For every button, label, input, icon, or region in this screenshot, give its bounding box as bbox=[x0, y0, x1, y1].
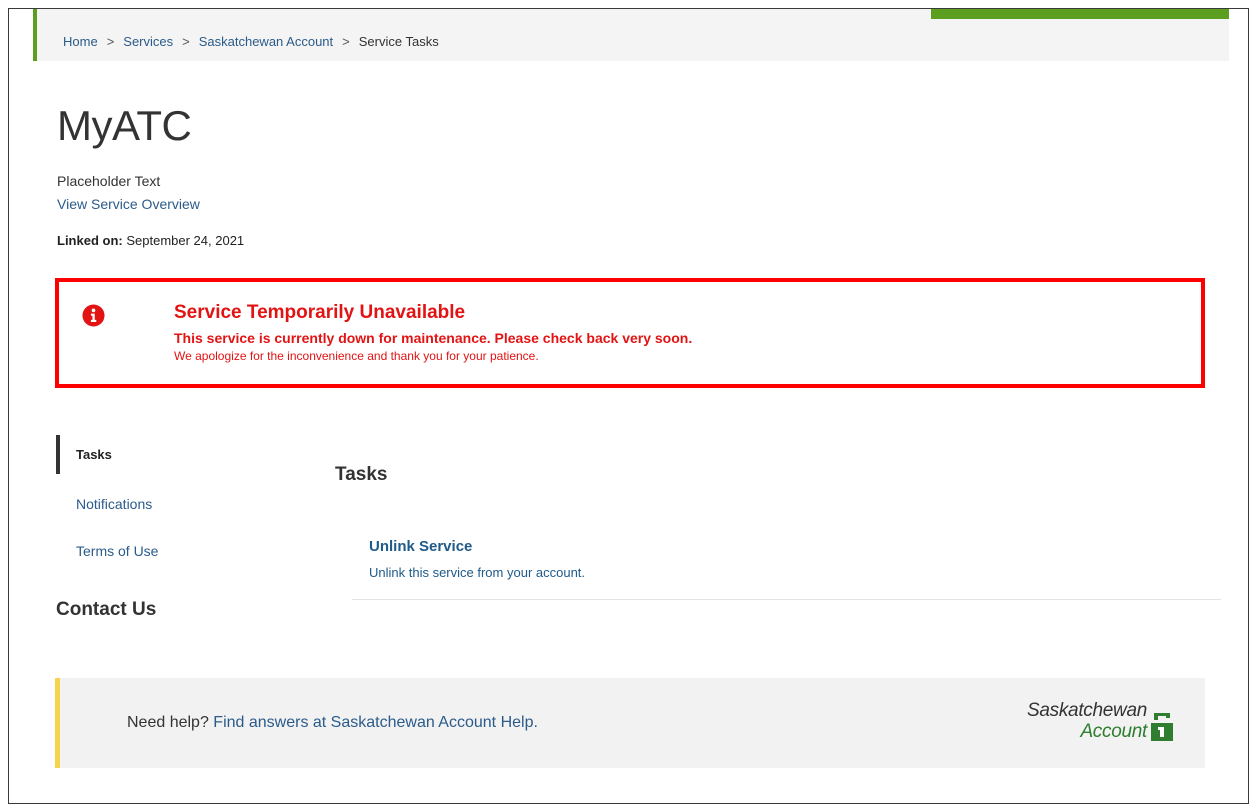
contact-us-heading: Contact Us bbox=[56, 599, 157, 620]
linked-on-date: September 24, 2021 bbox=[126, 233, 245, 248]
accent-stripe bbox=[931, 9, 1229, 19]
saskatchewan-account-logo: Saskatchewan Account bbox=[985, 700, 1175, 750]
page-title: MyATC bbox=[57, 102, 192, 149]
breadcrumb-current: Service Tasks bbox=[358, 34, 439, 49]
padlock-icon bbox=[1151, 713, 1173, 741]
logo-line-2: Account bbox=[1080, 721, 1147, 742]
sidenav-item-terms-of-use[interactable]: Terms of Use bbox=[76, 543, 158, 559]
alert-message: This service is currently down for maint… bbox=[174, 330, 693, 346]
sidenav-item-notifications[interactable]: Notifications bbox=[76, 496, 152, 512]
linked-on-info: Linked on: September 24, 2021 bbox=[57, 233, 244, 248]
breadcrumb: Home > Services > Saskatchewan Account > Servi… bbox=[63, 34, 439, 49]
help-prefix: Need help? bbox=[127, 714, 209, 731]
info-circle-icon bbox=[82, 304, 105, 327]
alert-title: Service Temporarily Unavailable bbox=[174, 302, 466, 323]
unlink-service-link[interactable]: Unlink Service bbox=[369, 538, 472, 555]
breadcrumb-separator: > bbox=[106, 34, 115, 49]
tasks-heading: Tasks bbox=[335, 464, 388, 485]
help-text: Need help? Find answers at Saskatchewan … bbox=[127, 714, 538, 732]
breadcrumb-separator: > bbox=[342, 34, 350, 49]
breadcrumb-services[interactable]: Services bbox=[123, 34, 173, 49]
alert-subtext: We apologize for the inconvenience and t… bbox=[174, 349, 539, 363]
breadcrumb-home[interactable]: Home bbox=[63, 34, 98, 49]
unlink-service-description: Unlink this service from your account. bbox=[369, 565, 586, 580]
task-divider bbox=[352, 599, 1221, 600]
breadcrumb-saskatchewan-account[interactable]: Saskatchewan Account bbox=[199, 34, 333, 49]
logo-line-1: Saskatchewan bbox=[1027, 700, 1147, 721]
linked-on-label: Linked on: bbox=[57, 233, 123, 248]
sidenav-item-tasks[interactable]: Tasks bbox=[56, 435, 112, 474]
help-banner: Need help? Find answers at Saskatchewan … bbox=[55, 678, 1205, 768]
service-unavailable-alert: Service Temporarily Unavailable This ser… bbox=[55, 278, 1205, 388]
placeholder-text: Placeholder Text bbox=[57, 173, 161, 189]
view-service-overview-link[interactable]: View Service Overview bbox=[57, 196, 200, 212]
help-link[interactable]: Find answers at Saskatchewan Account Hel… bbox=[213, 714, 538, 731]
breadcrumb-bar: Home > Services > Saskatchewan Account > Servi… bbox=[33, 9, 1229, 61]
page-frame: Home > Services > Saskatchewan Account > Servi… bbox=[8, 8, 1249, 804]
breadcrumb-separator: > bbox=[182, 34, 190, 49]
